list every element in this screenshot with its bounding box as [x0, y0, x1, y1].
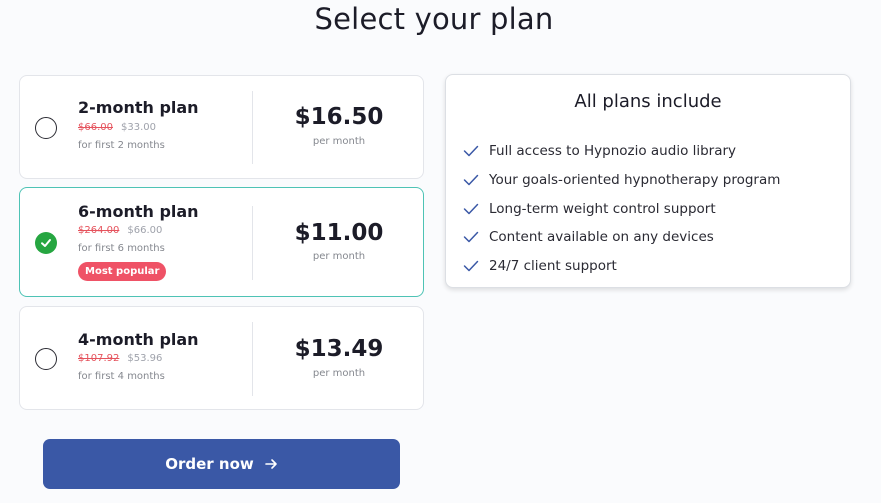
- include-text: 24/7 client support: [489, 258, 617, 275]
- per-month-label: per month: [312, 251, 366, 262]
- includes-title: All plans include: [574, 91, 722, 112]
- check-icon: [463, 146, 479, 157]
- list-item: Long-term weight control support: [463, 194, 780, 223]
- plan-card-4-month[interactable]: 4-month plan $107.92 $53.96 for first 4 m…: [19, 306, 424, 410]
- arrow-right-icon: [264, 459, 277, 469]
- order-now-button[interactable]: Order now: [43, 439, 400, 489]
- per-month-label: per month: [312, 136, 366, 147]
- price-per-month: $11.00: [294, 220, 384, 246]
- includes-list: Full access to Hypnozio audio library Yo…: [463, 137, 780, 280]
- plan-name: 4-month plan: [78, 330, 199, 349]
- include-text: Full access to Hypnozio audio library: [489, 143, 737, 160]
- plan-period: for first 2 months: [78, 140, 165, 151]
- radio-button[interactable]: [35, 117, 57, 139]
- old-price: $264.00: [78, 225, 120, 236]
- plan-name: 2-month plan: [78, 98, 199, 117]
- plan-prices: $66.00 $33.00: [78, 122, 156, 133]
- most-popular-badge: Most popular: [78, 262, 167, 281]
- list-item: Content available on any devices: [463, 223, 780, 252]
- include-text: Your goals-oriented hypnotherapy program: [489, 172, 781, 189]
- list-item: Full access to Hypnozio audio library: [463, 137, 780, 166]
- old-price: $107.92: [78, 353, 120, 364]
- plan-card-6-month[interactable]: 6-month plan $264.00 $66.00 for first 6 m…: [19, 187, 424, 297]
- plan-period: for first 4 months: [78, 371, 165, 382]
- plan-card-2-month[interactable]: 2-month plan $66.00 $33.00 for first 2 mo…: [19, 75, 424, 179]
- page-title: Select your plan: [314, 2, 554, 36]
- check-icon: [463, 232, 479, 243]
- list-item: Your goals-oriented hypnotherapy program: [463, 166, 780, 195]
- check-icon: [463, 203, 479, 214]
- check-icon: [463, 260, 479, 272]
- include-text: Content available on any devices: [489, 229, 714, 246]
- order-now-label: Order now: [165, 455, 254, 473]
- discounted-price: $66.00: [127, 225, 163, 236]
- plans-include-panel: All plans include Full access to Hypnozi…: [445, 74, 851, 288]
- check-icon: [463, 174, 479, 186]
- per-month-label: per month: [312, 368, 366, 379]
- radio-button-checked[interactable]: [35, 232, 57, 254]
- price-per-month: $16.50: [294, 104, 384, 130]
- plan-prices: $264.00 $66.00: [78, 225, 162, 236]
- check-icon: [41, 239, 51, 247]
- include-text: Long-term weight control support: [489, 200, 716, 217]
- plan-name: 6-month plan: [78, 202, 199, 221]
- plan-prices: $107.92 $53.96: [78, 353, 162, 364]
- radio-button[interactable]: [35, 348, 57, 370]
- list-item: 24/7 client support: [463, 252, 780, 281]
- discounted-price: $53.96: [127, 353, 163, 364]
- price-per-month: $13.49: [294, 336, 384, 362]
- discounted-price: $33.00: [121, 122, 156, 133]
- old-price: $66.00: [78, 122, 113, 133]
- plan-period: for first 6 months: [78, 243, 165, 254]
